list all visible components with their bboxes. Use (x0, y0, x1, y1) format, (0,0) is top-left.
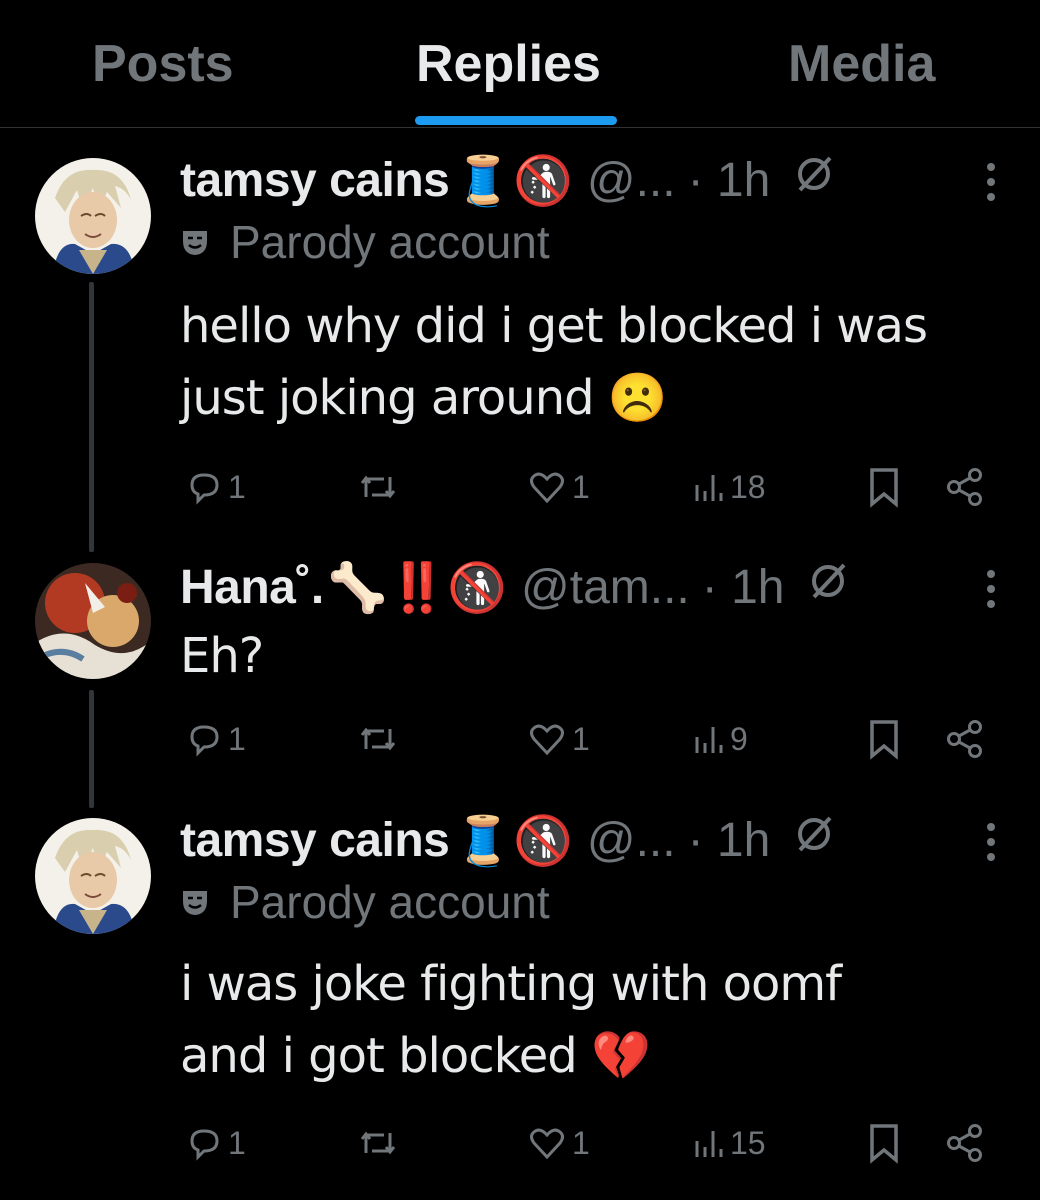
views-button[interactable]: 9 (692, 714, 748, 764)
post-text-line: and i got blocked 💔 (180, 1028, 651, 1084)
active-tab-indicator (415, 116, 617, 125)
bookmark-icon (870, 1124, 898, 1164)
profile-tabs: Posts Replies Media (0, 0, 1040, 128)
display-name[interactable]: tamsy cains (180, 813, 450, 868)
views-icon (695, 727, 723, 753)
post-text: i was joke fighting with oomf and i got … (180, 948, 1010, 1092)
reply-icon (190, 473, 219, 505)
share-button[interactable] (944, 462, 986, 512)
tab-replies[interactable]: Replies (416, 34, 601, 94)
grok-icon[interactable] (806, 559, 850, 615)
views-count: 15 (730, 1124, 766, 1161)
display-name[interactable]: Hana˚. (180, 560, 324, 615)
reply-button[interactable]: 1 (184, 462, 246, 512)
repost-button[interactable] (356, 462, 404, 512)
repost-button[interactable] (356, 714, 404, 764)
like-button[interactable]: 1 (526, 462, 590, 512)
name-emojis: 🧵🚯 (453, 814, 573, 868)
reply-count: 1 (228, 1124, 246, 1161)
bookmark-icon (870, 468, 898, 508)
post-text-line: just joking around ☹️ (180, 370, 668, 426)
post-header: tamsy cains 🧵🚯 @... · 1h (180, 810, 836, 870)
share-icon (947, 1124, 982, 1162)
name-emojis: 🦴‼️🚯 (327, 561, 507, 615)
post-text-line: hello why did i get blocked i was (180, 298, 928, 354)
like-icon (530, 724, 564, 756)
share-icon (947, 468, 982, 506)
timestamp[interactable]: · 1h (688, 813, 771, 868)
like-button[interactable]: 1 (526, 714, 590, 764)
bookmark-button[interactable] (866, 714, 902, 764)
avatar[interactable] (35, 563, 151, 679)
reply-count: 1 (228, 720, 246, 757)
views-icon (695, 475, 723, 501)
username[interactable]: @... (587, 153, 676, 208)
grok-icon[interactable] (792, 812, 836, 868)
name-emojis: 🧵🚯 (453, 154, 573, 208)
reply-icon (190, 1129, 219, 1161)
parody-label: Parody account (180, 215, 550, 269)
post-text-line: i was joke fighting with oomf (180, 956, 842, 1012)
repost-button[interactable] (356, 1118, 404, 1168)
share-button[interactable] (944, 714, 986, 764)
post-text: Eh? (180, 620, 1010, 692)
more-icon[interactable] (986, 823, 996, 861)
bookmark-button[interactable] (866, 1118, 902, 1168)
parody-text: Parody account (230, 216, 550, 268)
repost-icon (360, 1131, 396, 1155)
more-icon[interactable] (986, 570, 996, 608)
reply-button[interactable]: 1 (184, 1118, 246, 1168)
timestamp[interactable]: · 1h (702, 560, 785, 615)
views-icon (695, 1131, 723, 1157)
like-button[interactable]: 1 (526, 1118, 590, 1168)
parody-label: Parody account (180, 875, 550, 929)
reply-count: 1 (228, 468, 246, 505)
views-button[interactable]: 15 (692, 1118, 766, 1168)
reply-icon (190, 725, 219, 757)
share-button[interactable] (944, 1118, 986, 1168)
post-actions: 1 1 18 (180, 462, 990, 512)
thread-connector (89, 282, 94, 552)
repost-icon (360, 475, 396, 499)
like-icon (530, 1128, 564, 1160)
like-count: 1 (572, 468, 590, 505)
like-count: 1 (572, 720, 590, 757)
views-count: 18 (730, 468, 766, 505)
thread-connector (89, 690, 94, 808)
parody-mask-icon (183, 231, 207, 255)
grok-icon[interactable] (792, 152, 836, 208)
views-count: 9 (730, 720, 748, 757)
parody-mask-icon (183, 891, 207, 915)
post-actions: 1 1 15 (180, 1118, 990, 1168)
avatar[interactable] (35, 818, 151, 934)
username[interactable]: @... (587, 813, 676, 868)
tab-media[interactable]: Media (788, 34, 935, 94)
post-header: Hana˚. 🦴‼️🚯 @tam... · 1h (180, 557, 850, 617)
post-actions: 1 1 9 (180, 714, 990, 764)
post-text: hello why did i get blocked i was just j… (180, 290, 1010, 434)
avatar[interactable] (35, 158, 151, 274)
tab-posts[interactable]: Posts (92, 34, 234, 94)
share-icon (947, 720, 982, 758)
bookmark-icon (870, 720, 898, 760)
more-icon[interactable] (986, 163, 996, 201)
like-count: 1 (572, 1124, 590, 1161)
display-name[interactable]: tamsy cains (180, 153, 450, 208)
parody-text: Parody account (230, 876, 550, 928)
post-text-line: Eh? (180, 628, 264, 684)
post-header: tamsy cains 🧵🚯 @... · 1h (180, 150, 836, 210)
timestamp[interactable]: · 1h (688, 153, 771, 208)
like-icon (530, 472, 564, 504)
views-button[interactable]: 18 (692, 462, 766, 512)
username[interactable]: @tam... (521, 560, 690, 615)
reply-button[interactable]: 1 (184, 714, 246, 764)
bookmark-button[interactable] (866, 462, 902, 512)
repost-icon (360, 727, 396, 751)
